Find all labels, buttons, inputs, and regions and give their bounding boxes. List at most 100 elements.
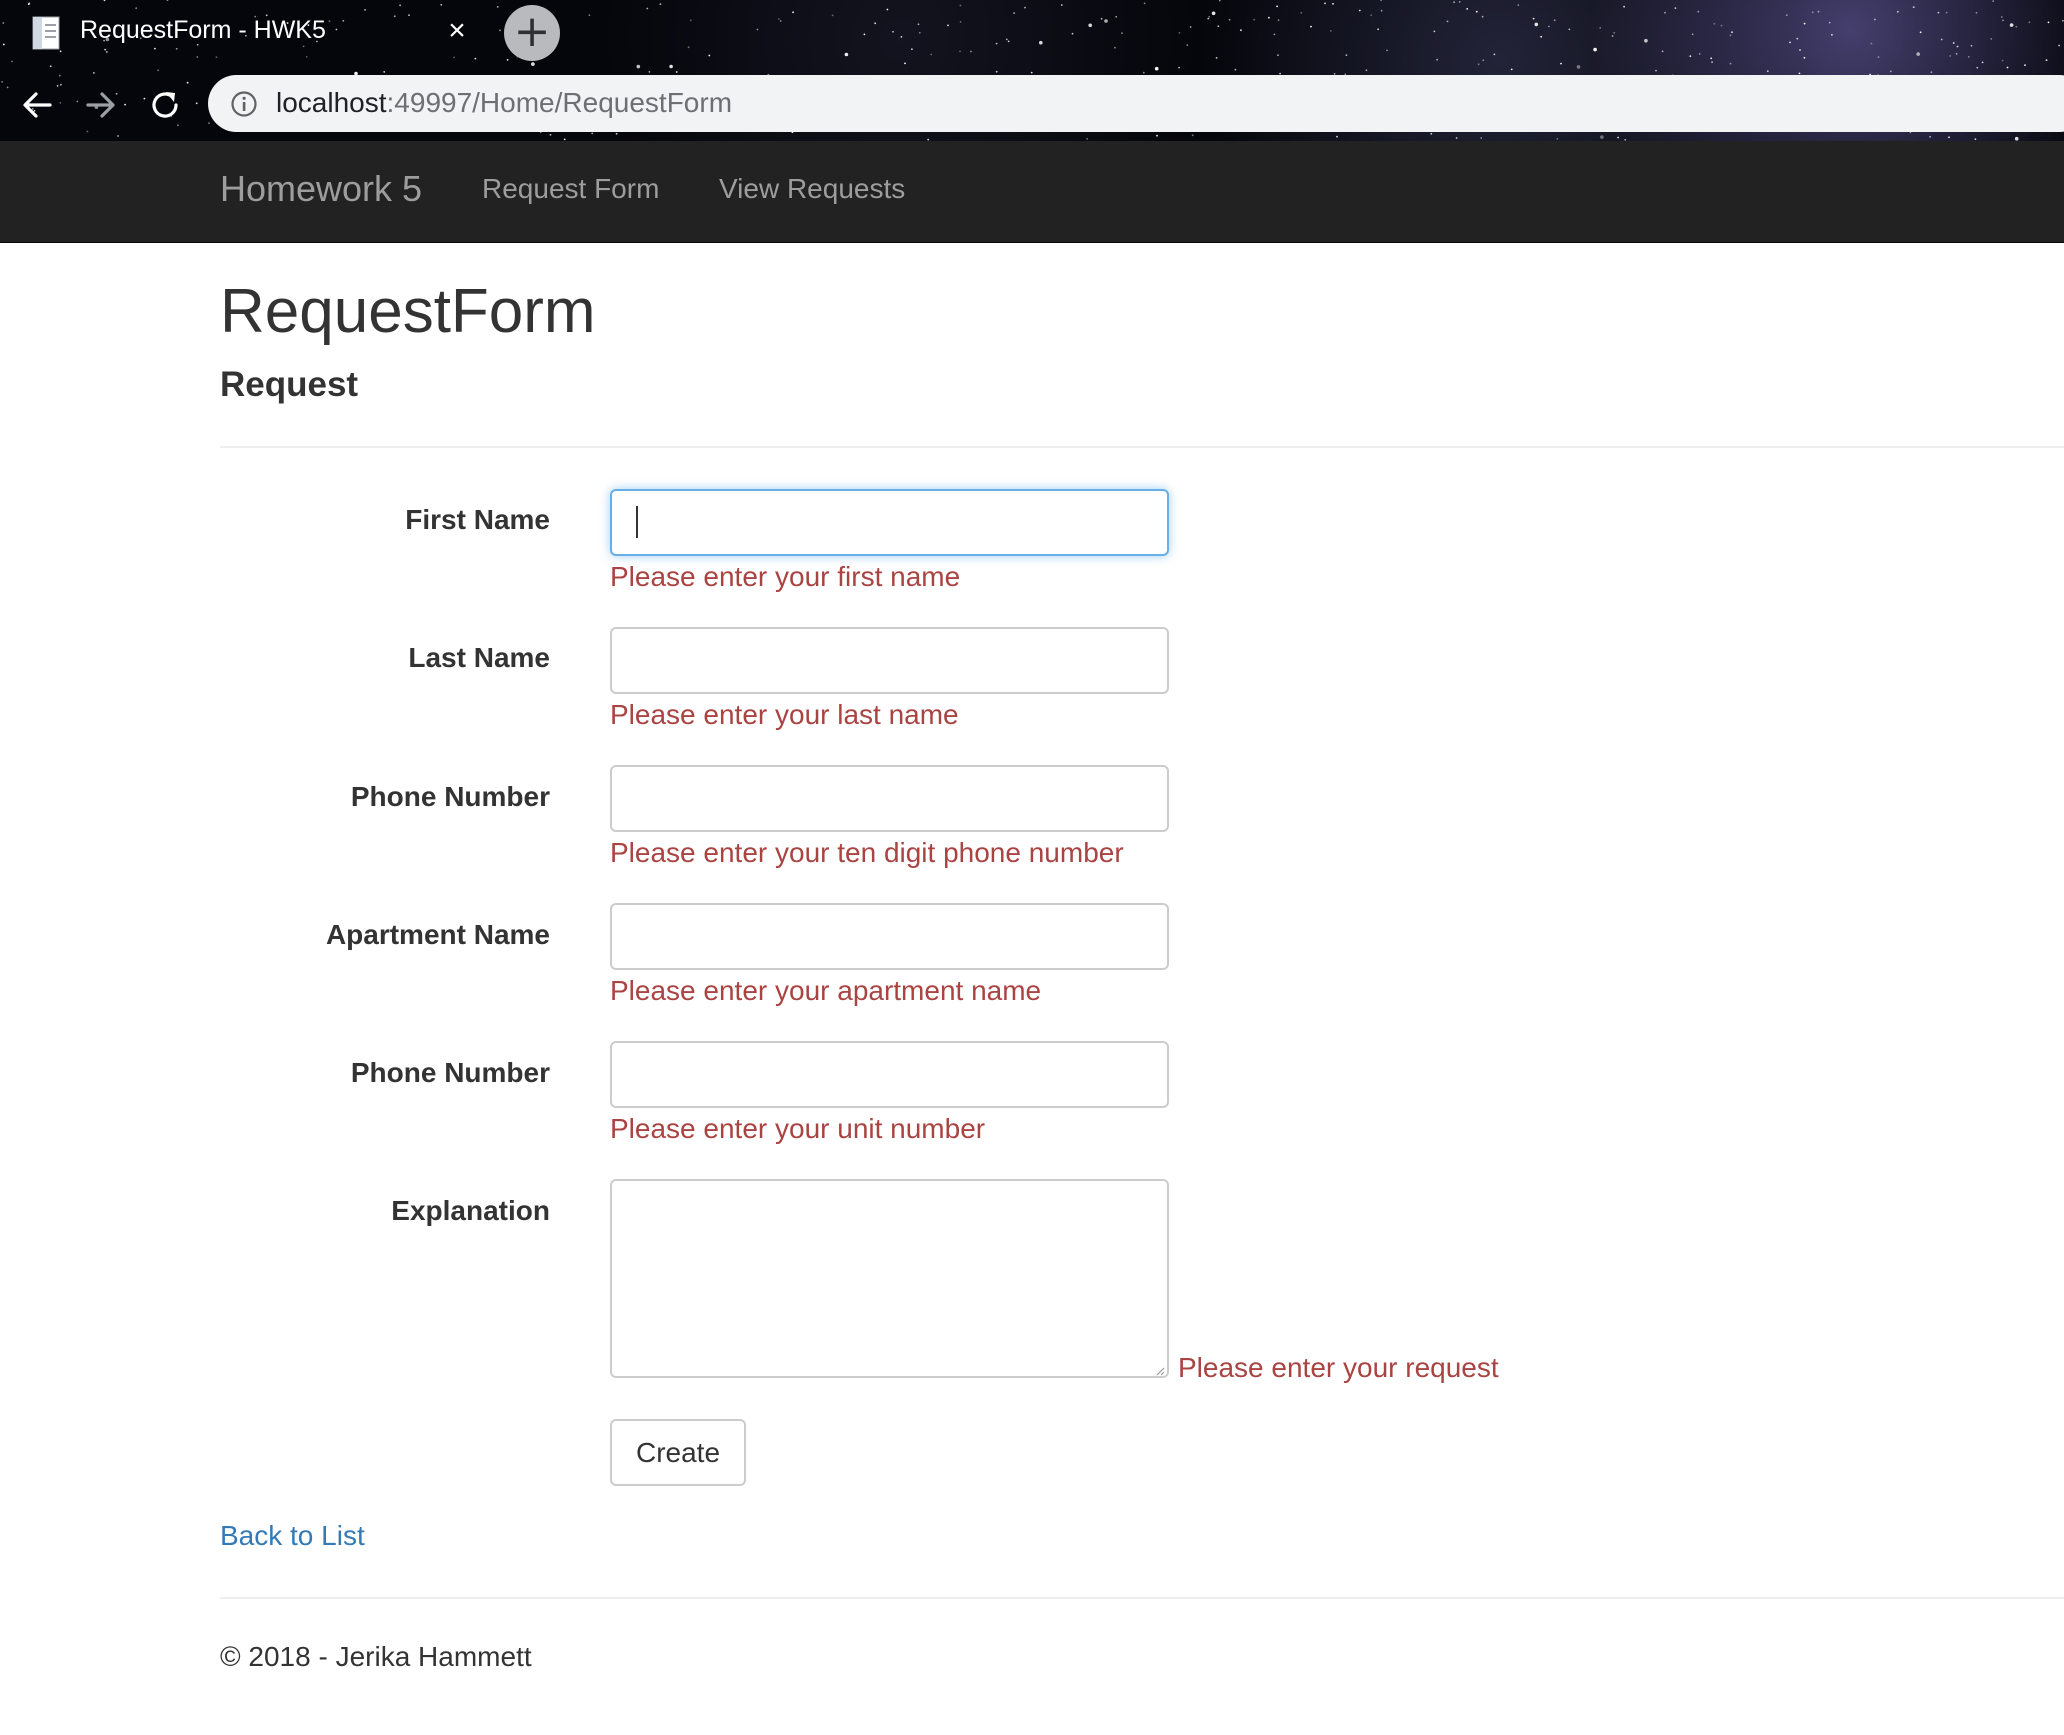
last-name-error: Please enter your last name xyxy=(610,699,959,730)
phone-number-input[interactable] xyxy=(610,765,1169,832)
star xyxy=(995,70,998,73)
star xyxy=(1030,71,1033,74)
reload-icon[interactable] xyxy=(144,84,186,126)
star xyxy=(1013,12,1015,15)
star xyxy=(918,31,921,34)
star xyxy=(1799,49,1801,51)
star xyxy=(1300,12,1303,14)
star xyxy=(76,100,79,103)
apartment-name-label: Apartment Name xyxy=(325,919,550,950)
star xyxy=(2014,136,2019,141)
star xyxy=(1277,54,1279,57)
star xyxy=(1154,66,1159,71)
star xyxy=(1664,11,1666,14)
explanation-error: Please enter your request xyxy=(1178,1352,1499,1383)
resize-handle-icon[interactable] xyxy=(1153,1364,1165,1376)
star xyxy=(659,3,662,5)
star xyxy=(1380,0,1382,2)
close-icon[interactable]: × xyxy=(440,14,474,48)
star xyxy=(844,52,849,57)
star xyxy=(1828,21,1831,24)
nav-link-view-requests[interactable]: View Requests xyxy=(719,173,905,205)
unit-number-input[interactable] xyxy=(610,1041,1169,1108)
star xyxy=(1071,32,1074,35)
star xyxy=(1711,61,1713,63)
back-to-list-link[interactable]: Back to List xyxy=(220,1520,365,1552)
explanation-textarea[interactable] xyxy=(610,1179,1169,1378)
star xyxy=(86,130,89,133)
phone-number-label: Phone Number xyxy=(350,781,550,812)
star xyxy=(1553,19,1556,22)
star xyxy=(2006,66,2009,69)
star xyxy=(1576,65,1581,69)
page-icon xyxy=(32,16,60,50)
star xyxy=(186,81,189,84)
star xyxy=(1007,40,1010,43)
star xyxy=(1796,37,1799,40)
star xyxy=(2015,25,2018,28)
star xyxy=(2009,23,2014,27)
address-bar[interactable]: localhost:49997/Home/RequestForm xyxy=(208,75,2064,132)
star xyxy=(1481,15,1484,18)
star xyxy=(1661,50,1664,53)
create-button[interactable]: Create xyxy=(610,1419,746,1486)
site-navbar: Homework 5 Request Form View Requests xyxy=(0,141,2064,243)
star xyxy=(1039,40,1043,45)
star xyxy=(1430,132,1433,135)
star xyxy=(648,71,651,73)
star xyxy=(157,69,160,72)
star xyxy=(689,19,692,22)
star xyxy=(1919,31,1922,34)
star xyxy=(959,50,961,53)
apartment-name-input[interactable] xyxy=(610,903,1169,970)
url-path: :49997/Home/RequestForm xyxy=(386,87,733,118)
star xyxy=(1218,0,1221,2)
tab-title: RequestForm - HWK5 xyxy=(80,16,326,44)
star xyxy=(2000,16,2003,18)
star xyxy=(863,33,866,36)
star xyxy=(1992,0,1995,2)
star xyxy=(1475,10,1478,13)
star xyxy=(1276,5,1278,8)
star xyxy=(636,64,641,69)
star xyxy=(779,20,782,22)
star xyxy=(1560,62,1562,65)
info-icon[interactable] xyxy=(230,90,258,118)
star xyxy=(506,59,509,61)
star xyxy=(2002,19,2004,22)
divider xyxy=(220,446,2064,448)
nav-link-request-form[interactable]: Request Form xyxy=(482,173,659,205)
footer-copyright: © 2018 - Jerika Hammett xyxy=(220,1641,532,1672)
star xyxy=(124,103,126,106)
star xyxy=(1803,22,1806,25)
star xyxy=(1186,44,1189,46)
star xyxy=(1930,71,1933,74)
star xyxy=(1458,1,1461,3)
star xyxy=(591,132,594,135)
navbar-brand[interactable]: Homework 5 xyxy=(220,168,422,210)
star xyxy=(1455,137,1458,139)
star xyxy=(669,64,673,69)
star xyxy=(1967,56,1970,58)
arrow-left-icon[interactable] xyxy=(16,84,58,126)
star xyxy=(1766,70,1769,73)
last-name-input[interactable] xyxy=(610,627,1169,694)
first-name-input[interactable] xyxy=(610,489,1169,556)
star xyxy=(1329,30,1332,32)
star xyxy=(959,21,962,23)
star xyxy=(1789,41,1791,44)
star xyxy=(2028,21,2031,24)
star xyxy=(1121,32,1123,34)
star xyxy=(60,83,62,86)
star xyxy=(1228,18,1231,21)
new-tab-button[interactable]: + xyxy=(504,5,560,61)
arrow-right-icon[interactable] xyxy=(80,84,122,126)
star xyxy=(2024,64,2026,66)
star xyxy=(930,53,933,56)
browser-tab[interactable]: RequestForm - HWK5 × xyxy=(0,0,490,66)
star xyxy=(1086,138,1088,140)
star xyxy=(1365,69,1368,72)
first-name-error: Please enter your first name xyxy=(610,561,961,592)
star xyxy=(831,14,834,17)
star xyxy=(1480,137,1483,139)
